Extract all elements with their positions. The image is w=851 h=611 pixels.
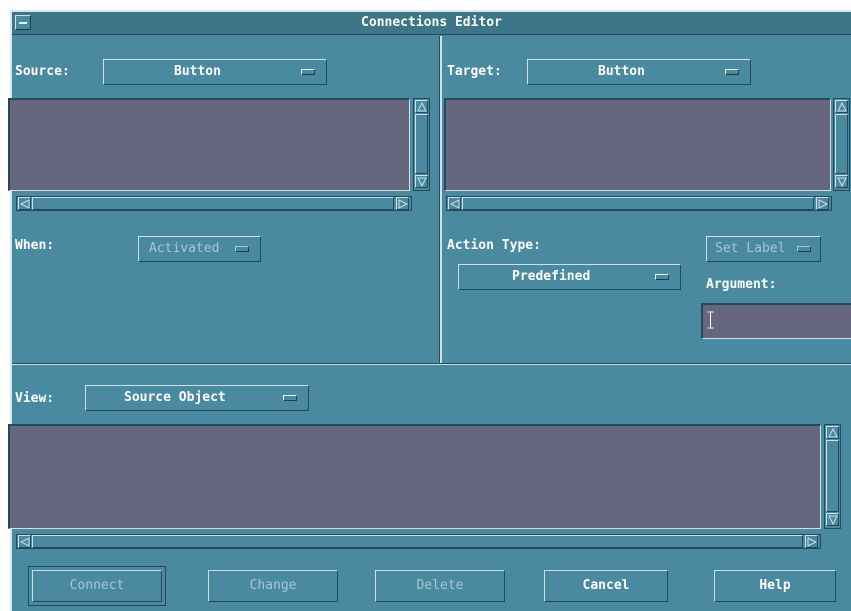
source-label: Source: [15, 64, 70, 79]
target-horizontal-scrollbar[interactable] [446, 196, 832, 211]
scroll-left-arrow-icon[interactable] [18, 197, 31, 210]
window-title: Connections Editor [361, 15, 502, 30]
target-horizontal-scroll-thumb[interactable] [462, 197, 814, 210]
scroll-down-arrow-icon[interactable] [826, 513, 839, 526]
help-button[interactable]: Help [714, 570, 836, 602]
when-value: Activated [149, 241, 220, 256]
argument-input[interactable] [701, 303, 851, 339]
view-vertical-scrollbar[interactable] [824, 424, 841, 529]
scroll-up-arrow-icon[interactable] [835, 100, 848, 113]
option-menu-indicator-icon [725, 69, 739, 75]
scroll-right-arrow-icon[interactable] [396, 197, 409, 210]
target-vertical-scroll-thumb[interactable] [835, 114, 848, 174]
target-vertical-scrollbar[interactable] [833, 98, 850, 191]
target-label: Target: [447, 64, 502, 79]
scroll-right-arrow-icon[interactable] [816, 197, 829, 210]
title-bar[interactable]: Connections Editor [12, 12, 851, 35]
source-option-menu[interactable]: Button [103, 59, 327, 85]
change-button[interactable]: Change [208, 570, 338, 602]
source-horizontal-scroll-thumb[interactable] [32, 197, 394, 210]
target-list[interactable] [444, 98, 831, 191]
argument-label: Argument: [706, 277, 777, 292]
source-vertical-scroll-thumb[interactable] [415, 114, 428, 174]
target-option-menu[interactable]: Button [527, 59, 751, 85]
connect-button[interactable]: Connect [28, 566, 166, 606]
text-cursor-icon [707, 311, 714, 329]
action-type-value: Predefined [512, 269, 591, 284]
delete-button[interactable]: Delete [375, 570, 505, 602]
view-option-menu[interactable]: Source Object [85, 385, 309, 411]
action-type-label: Action Type: [447, 238, 541, 253]
connections-editor-window: Connections Editor Source: Button When: … [8, 10, 851, 611]
when-label: When: [15, 238, 55, 253]
pane-separator [439, 36, 442, 363]
view-list[interactable] [8, 424, 821, 529]
set-label-option-menu[interactable]: Set Label [706, 236, 821, 262]
set-label-value: Set Label [715, 241, 786, 256]
cancel-button[interactable]: Cancel [544, 570, 668, 602]
when-option-menu[interactable]: Activated [138, 236, 261, 262]
scroll-up-arrow-icon[interactable] [826, 426, 839, 439]
scroll-up-arrow-icon[interactable] [415, 100, 428, 113]
view-value: Source Object [124, 390, 226, 405]
view-horizontal-scroll-thumb[interactable] [32, 535, 803, 548]
source-horizontal-scrollbar[interactable] [16, 196, 412, 211]
scroll-down-arrow-icon[interactable] [835, 175, 848, 188]
scroll-right-arrow-icon[interactable] [805, 535, 818, 548]
scroll-left-arrow-icon[interactable] [448, 197, 461, 210]
section-separator [12, 363, 851, 365]
option-menu-indicator-icon [655, 274, 669, 280]
source-value: Button [174, 64, 221, 79]
view-vertical-scroll-thumb[interactable] [826, 440, 839, 512]
source-list[interactable] [8, 98, 410, 191]
option-menu-indicator-icon [301, 69, 315, 75]
action-type-option-menu[interactable]: Predefined [458, 264, 681, 290]
target-value: Button [598, 64, 645, 79]
source-vertical-scrollbar[interactable] [413, 98, 430, 191]
scroll-down-arrow-icon[interactable] [415, 175, 428, 188]
view-horizontal-scrollbar[interactable] [16, 534, 821, 549]
scroll-left-arrow-icon[interactable] [18, 535, 31, 548]
option-menu-indicator-icon [283, 395, 297, 401]
option-menu-indicator-icon [235, 246, 249, 252]
view-label: View: [15, 391, 55, 406]
option-menu-indicator-icon [797, 246, 811, 252]
